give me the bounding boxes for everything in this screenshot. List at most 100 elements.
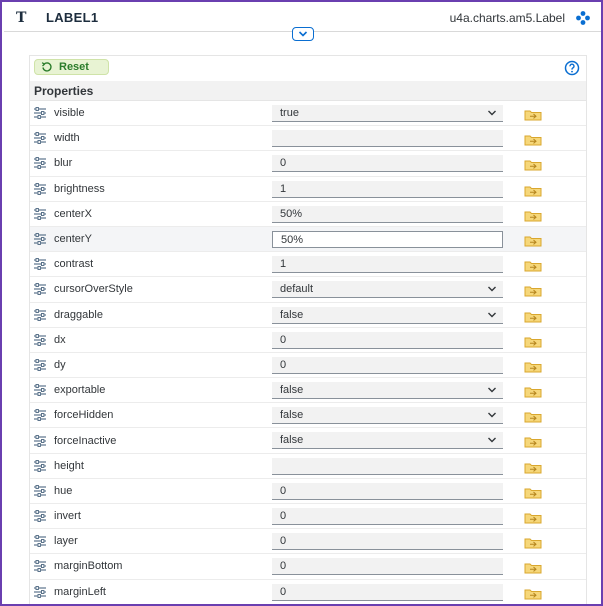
property-name: dx — [54, 333, 66, 346]
property-settings-icon[interactable] — [33, 182, 51, 195]
reset-button[interactable]: Reset — [34, 59, 109, 75]
binding-folder-icon[interactable] — [524, 284, 542, 297]
property-row-marginLeft: marginLeft 0 — [30, 580, 586, 604]
binding-folder-icon[interactable] — [524, 108, 542, 121]
binding-folder-icon[interactable] — [524, 461, 542, 474]
marginBottom-input[interactable]: 0 — [272, 558, 503, 576]
binding-folder-icon[interactable] — [524, 158, 542, 171]
property-settings-icon[interactable] — [33, 107, 51, 120]
forceHidden-select[interactable]: false — [272, 407, 503, 425]
hue-input[interactable]: 0 — [272, 482, 503, 500]
property-name: marginLeft — [54, 585, 106, 598]
centerY-input[interactable]: 50% — [272, 230, 503, 248]
chevron-down-icon — [488, 437, 496, 443]
property-settings-icon[interactable] — [33, 132, 51, 145]
field-value: 0 — [280, 358, 287, 371]
class-info-icon[interactable] — [575, 10, 591, 26]
property-row-height: height — [30, 454, 586, 479]
property-name: width — [54, 132, 80, 145]
brightness-input[interactable]: 1 — [272, 180, 503, 198]
property-row-forceHidden: forceHidden false — [30, 403, 586, 429]
property-name: contrast — [54, 258, 94, 271]
layer-input[interactable]: 0 — [272, 533, 503, 551]
binding-folder-icon[interactable] — [524, 511, 542, 524]
field-value: 50% — [281, 233, 304, 246]
binding-folder-icon[interactable] — [524, 385, 542, 398]
exportable-select[interactable]: false — [272, 382, 503, 400]
draggable-select[interactable]: false — [272, 306, 503, 324]
property-name: layer — [54, 535, 78, 548]
invert-input[interactable]: 0 — [272, 508, 503, 525]
property-row-exportable: exportable false — [30, 378, 586, 404]
property-name: dy — [54, 358, 66, 371]
binding-folder-icon[interactable] — [524, 335, 542, 348]
reset-icon — [41, 62, 52, 72]
binding-folder-icon[interactable] — [524, 234, 542, 247]
property-name: height — [54, 459, 84, 472]
width-input[interactable] — [272, 130, 503, 148]
binding-folder-icon[interactable] — [524, 259, 542, 272]
field-value: 0 — [280, 484, 287, 497]
property-settings-icon[interactable] — [33, 409, 51, 422]
binding-folder-icon[interactable] — [524, 360, 542, 373]
reset-label: Reset — [59, 61, 89, 73]
field-value: 1 — [280, 182, 287, 195]
field-value: false — [280, 384, 304, 397]
binding-folder-icon[interactable] — [524, 410, 542, 423]
property-row-marginBottom: marginBottom 0 — [30, 554, 586, 580]
chevron-down-icon — [488, 286, 496, 292]
property-settings-icon[interactable] — [33, 358, 51, 371]
property-name: exportable — [54, 384, 106, 397]
property-row-blur: blur 0 — [30, 151, 586, 177]
property-settings-icon[interactable] — [33, 434, 51, 447]
cursorOverStyle-select[interactable]: default — [272, 281, 503, 299]
contrast-input[interactable]: 1 — [272, 256, 503, 274]
property-settings-icon[interactable] — [33, 308, 51, 321]
forceInactive-select[interactable]: false — [272, 432, 503, 450]
field-value: 0 — [280, 560, 287, 573]
dy-input[interactable]: 0 — [272, 356, 503, 374]
property-settings-icon[interactable] — [33, 510, 51, 523]
property-settings-icon[interactable] — [33, 384, 51, 397]
property-name: centerY — [54, 233, 92, 246]
centerX-input[interactable]: 50% — [272, 205, 503, 223]
chevron-down-icon — [488, 110, 496, 116]
binding-folder-icon[interactable] — [524, 209, 542, 222]
property-row-hue: hue 0 — [30, 479, 586, 504]
property-settings-icon[interactable] — [33, 560, 51, 573]
property-settings-icon[interactable] — [33, 459, 51, 472]
binding-folder-icon[interactable] — [524, 435, 542, 448]
binding-folder-icon[interactable] — [524, 133, 542, 146]
dx-input[interactable]: 0 — [272, 331, 503, 349]
binding-folder-icon[interactable] — [524, 486, 542, 499]
toolbar — [29, 55, 587, 81]
field-value: 1 — [280, 258, 287, 271]
property-settings-icon[interactable] — [33, 535, 51, 548]
binding-folder-icon[interactable] — [524, 561, 542, 574]
height-input[interactable] — [272, 457, 503, 475]
help-icon[interactable] — [564, 60, 580, 76]
property-settings-icon[interactable] — [33, 333, 51, 346]
property-name: hue — [54, 484, 73, 497]
blur-input[interactable]: 0 — [272, 155, 503, 173]
property-settings-icon[interactable] — [33, 233, 51, 246]
property-settings-icon[interactable] — [33, 258, 51, 271]
property-settings-icon[interactable] — [33, 484, 51, 497]
property-settings-icon[interactable] — [33, 207, 51, 220]
collapse-toggle-button[interactable] — [292, 27, 314, 41]
binding-folder-icon[interactable] — [524, 536, 542, 549]
marginLeft-input[interactable]: 0 — [272, 583, 503, 601]
property-name: forceInactive — [54, 434, 117, 447]
property-name: invert — [54, 510, 81, 523]
property-settings-icon[interactable] — [33, 283, 51, 296]
field-value: false — [280, 434, 304, 447]
visible-select[interactable]: true — [272, 105, 503, 122]
control-title: LABEL1 — [46, 10, 99, 25]
property-settings-icon[interactable] — [33, 157, 51, 170]
binding-folder-icon[interactable] — [524, 587, 542, 600]
binding-folder-icon[interactable] — [524, 184, 542, 197]
property-settings-icon[interactable] — [33, 585, 51, 598]
binding-folder-icon[interactable] — [524, 310, 542, 322]
field-value: 0 — [280, 535, 287, 548]
property-row-draggable: draggable false — [30, 303, 586, 328]
